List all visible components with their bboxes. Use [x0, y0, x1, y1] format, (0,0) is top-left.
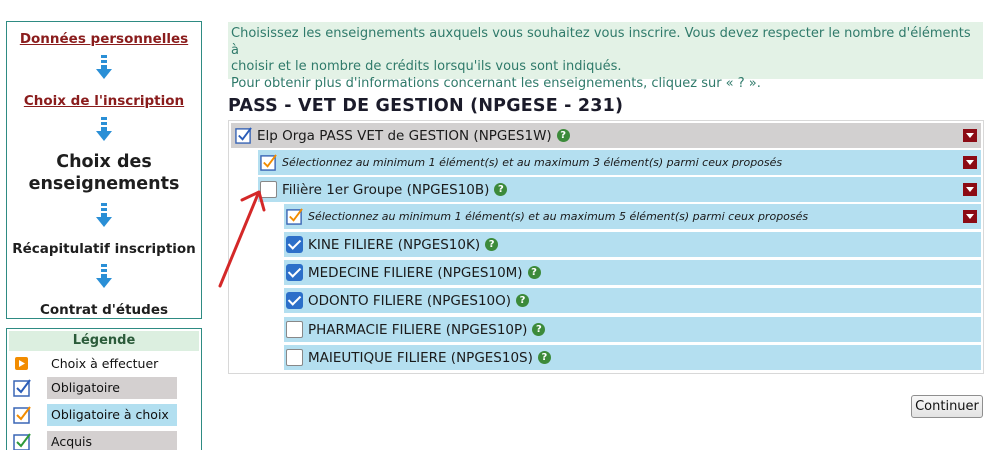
collapse-toggle-icon[interactable]: [963, 210, 977, 223]
legend-panel: Légende Choix à effectuer Obligatoire Ob…: [6, 328, 202, 450]
help-icon[interactable]: ?: [485, 238, 499, 251]
option-label: PHARMACIE FILIERE (NPGES10P): [308, 321, 528, 338]
collapse-toggle-icon[interactable]: [963, 156, 977, 169]
selection-rule-row: Sélectionnez au minimum 1 élément(s) et …: [258, 150, 981, 175]
green-check-icon: [13, 433, 31, 450]
option-label: ODONTO FILIERE (NPGES10O): [308, 292, 512, 309]
step-down-arrow-icon: [96, 117, 112, 141]
step-current-courses-choice: Choix des enseignements: [28, 152, 180, 194]
course-selection-tree: Elp Orga PASS VET de GESTION (NPGES1W) ?…: [228, 120, 984, 374]
option-label: MEDECINE FILIERE (NPGES10M): [308, 264, 523, 281]
legend-label: Choix à effectuer: [51, 356, 159, 371]
step-summary: Récapitulatif inscription: [12, 241, 196, 257]
option-row-medecine[interactable]: MEDECINE FILIERE (NPGES10M) ?: [284, 260, 981, 285]
legend-item-mandatory: Obligatoire: [13, 377, 177, 399]
legend-label: Obligatoire à choix: [47, 404, 177, 426]
option-checkbox[interactable]: [286, 264, 303, 281]
program-title: PASS - VET DE GESTION (NPGESE - 231): [228, 96, 624, 116]
step-personal-data-link[interactable]: Données personnelles: [20, 31, 188, 47]
collapse-toggle-icon[interactable]: [963, 183, 977, 196]
help-icon[interactable]: ?: [527, 266, 541, 279]
blue-check-icon: [235, 127, 252, 144]
option-row-maieutique[interactable]: MAIEUTIQUE FILIERE (NPGES10S) ?: [284, 345, 981, 370]
collapse-toggle-icon[interactable]: [963, 129, 977, 142]
legend-title: Légende: [9, 331, 199, 351]
help-icon[interactable]: ?: [516, 294, 530, 307]
help-icon[interactable]: ?: [556, 129, 570, 142]
option-label: KINE FILIERE (NPGES10K): [308, 236, 481, 253]
legend-label: Obligatoire: [47, 377, 177, 399]
instructions-line: choisir et le nombre de crédits lorsqu'i…: [231, 59, 622, 74]
option-label: MAIEUTIQUE FILIERE (NPGES10S): [308, 349, 533, 366]
elp-row: Elp Orga PASS VET de GESTION (NPGES1W) ?: [231, 123, 981, 148]
step-contract: Contrat d'études: [39, 302, 169, 318]
option-checkbox[interactable]: [286, 321, 303, 338]
legend-item-acquired: Acquis: [13, 431, 177, 450]
instructions-line: Choisissez les enseignements auxquels vo…: [231, 26, 971, 58]
orange-check-icon: [13, 406, 31, 424]
option-checkbox[interactable]: [286, 349, 303, 366]
selection-rule-text: Sélectionnez au minimum 1 élément(s) et …: [308, 210, 809, 223]
option-row-odonto[interactable]: ODONTO FILIERE (NPGES10O) ?: [284, 288, 981, 313]
step-down-arrow-icon: [96, 55, 112, 79]
step-registration-choice-link[interactable]: Choix de l'inscription: [24, 93, 184, 109]
legend-item-mandatory-choice: Obligatoire à choix: [13, 404, 177, 426]
orange-check-icon: [286, 208, 303, 225]
help-icon[interactable]: ?: [537, 351, 551, 364]
annotation-arrow-icon: [218, 190, 266, 288]
filiere-row: Filière 1er Groupe (NPGES10B) ?: [258, 177, 981, 202]
selection-rule-row: Sélectionnez au minimum 1 élément(s) et …: [284, 204, 981, 229]
help-icon[interactable]: ?: [532, 323, 546, 336]
instructions-box: Choisissez les enseignements auxquels vo…: [228, 22, 983, 91]
option-checkbox[interactable]: [286, 236, 303, 253]
step-down-arrow-icon: [96, 264, 112, 288]
option-checkbox[interactable]: [286, 292, 303, 309]
legend-label: Acquis: [47, 431, 177, 450]
registration-steps-panel: Données personnelles Choix de l'inscript…: [6, 21, 202, 319]
filiere-label: Filière 1er Groupe (NPGES10B): [282, 181, 490, 198]
selection-rule-text: Sélectionnez au minimum 1 élément(s) et …: [282, 156, 783, 169]
step-down-arrow-icon: [96, 203, 112, 227]
help-icon[interactable]: ?: [494, 183, 508, 196]
orange-check-icon: [260, 154, 277, 171]
option-row-pharmacie[interactable]: PHARMACIE FILIERE (NPGES10P) ?: [284, 317, 981, 342]
instructions-line: Pour obtenir plus d'informations concern…: [231, 75, 761, 91]
elp-label: Elp Orga PASS VET de GESTION (NPGES1W): [257, 127, 552, 144]
legend-item-choice: Choix à effectuer: [13, 353, 177, 375]
option-row-kine[interactable]: KINE FILIERE (NPGES10K) ?: [284, 232, 981, 257]
blue-check-icon: [13, 379, 31, 397]
continue-button[interactable]: Continuer: [911, 395, 983, 418]
orange-play-icon: [15, 357, 28, 370]
